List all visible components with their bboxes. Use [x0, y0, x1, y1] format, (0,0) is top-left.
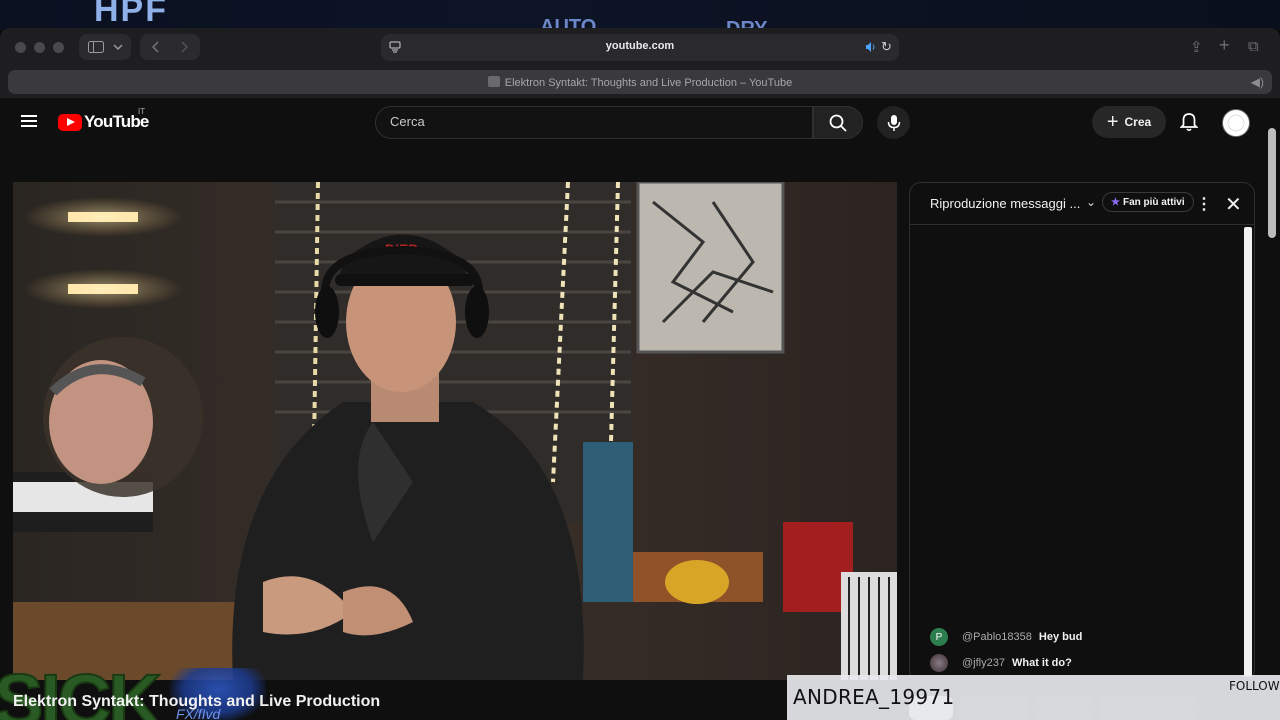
tab-overview-icon[interactable]: ⧉	[1248, 38, 1259, 55]
new-tab-icon[interactable]: +	[1219, 35, 1230, 56]
speaker-icon[interactable]	[865, 41, 877, 53]
search-button[interactable]	[813, 106, 863, 139]
favicon-icon	[487, 76, 500, 87]
tab-active[interactable]: Elektron Syntakt: Thoughts and Live Prod…	[8, 76, 1272, 89]
page-scrollbar[interactable]	[1268, 128, 1276, 238]
chat-message: @jfly237 What it do?	[930, 653, 1072, 673]
chat-username[interactable]: @Pablo18358	[962, 631, 1032, 643]
chat-text: What it do?	[1011, 657, 1072, 669]
follow-label[interactable]: FOLLOW	[1229, 679, 1280, 693]
minimize-window-button[interactable]	[34, 42, 45, 53]
close-window-button[interactable]	[15, 42, 26, 53]
chat-avatar: P	[930, 628, 948, 646]
create-button[interactable]: + Crea	[1092, 106, 1166, 138]
tab-audio-icon[interactable]: ◀)	[1251, 75, 1264, 89]
video-title: Elektron Syntakt: Thoughts and Live Prod…	[13, 693, 381, 710]
screen: HPF AUTO DRY youtube.com ↻ ⇪ + ⧉ Elektro…	[0, 0, 1280, 720]
menu-icon[interactable]	[21, 115, 37, 127]
video-player[interactable]: DIED	[13, 182, 897, 680]
top-fans-label: Fan più attivi	[1122, 196, 1185, 208]
chat-avatar	[930, 654, 948, 672]
history-nav	[140, 34, 200, 60]
stream-name-bar: ANDREA_19971 FOLLOW	[787, 675, 1280, 720]
country-code: IT	[138, 107, 146, 116]
create-label: Crea	[1124, 115, 1152, 129]
top-fans-button[interactable]: ★ Fan più attivi	[1102, 192, 1194, 212]
chat-scrollbar[interactable]	[1244, 227, 1252, 677]
backdrop-big-text: HPF	[94, 0, 168, 29]
share-icon[interactable]: ⇪	[1190, 38, 1203, 56]
tab-title: Elektron Syntakt: Thoughts and Live Prod…	[504, 77, 793, 89]
youtube-page: YouTube IT + Crea	[0, 98, 1280, 720]
youtube-logo[interactable]: YouTube IT	[58, 107, 149, 132]
zoom-window-button[interactable]	[53, 42, 64, 53]
chat-username[interactable]: @jfly237	[962, 657, 1005, 669]
tab-bar: Elektron Syntakt: Thoughts and Live Prod…	[8, 70, 1272, 94]
video-frame: DIED	[13, 182, 897, 680]
youtube-play-icon	[58, 113, 82, 131]
forward-icon[interactable]	[179, 41, 189, 53]
chat-header: Riproduzione messaggi ... ⌄ ★ Fan più att…	[910, 183, 1254, 225]
notifications-icon[interactable]	[1180, 112, 1198, 132]
search-input[interactable]	[390, 114, 790, 129]
close-chat-icon[interactable]: ✕	[1225, 192, 1242, 217]
search-box	[375, 106, 813, 139]
back-icon[interactable]	[151, 41, 161, 53]
chat-text: Hey bud	[1038, 631, 1083, 643]
plus-icon: +	[1106, 111, 1119, 133]
overlay-big-text: SICK	[0, 664, 163, 720]
search-icon	[829, 114, 847, 132]
backdrop-strip: HPF AUTO DRY	[0, 0, 1280, 30]
browser-window: youtube.com ↻ ⇪ + ⧉ Elektron Syntakt: Th…	[0, 28, 1280, 720]
account-avatar[interactable]	[1222, 109, 1250, 137]
stream-overlay-logo: SICK FX/fIvd	[0, 664, 270, 720]
chevron-down-icon	[112, 44, 123, 51]
chevron-down-icon[interactable]: ⌄	[1086, 195, 1096, 209]
chat-mode-label[interactable]: Riproduzione messaggi ...	[930, 196, 1080, 211]
streamer-name: ANDREA_19971	[793, 685, 955, 709]
reload-icon[interactable]: ↻	[881, 39, 892, 55]
live-chat-panel: Riproduzione messaggi ... ⌄ ★ Fan più att…	[909, 182, 1255, 682]
microphone-icon	[887, 114, 900, 131]
sidebar-icon	[87, 41, 104, 53]
chat-message: P @Pablo18358 Hey bud	[930, 627, 1082, 647]
voice-search-button[interactable]	[877, 106, 910, 139]
more-options-icon[interactable]: ⋮	[1196, 194, 1212, 214]
address-url: youtube.com	[605, 40, 675, 52]
browser-toolbar: youtube.com ↻ ⇪ + ⧉	[0, 28, 1280, 66]
sidebar-toggle-button[interactable]	[79, 34, 131, 60]
star-icon: ★	[1111, 196, 1120, 208]
address-bar[interactable]: youtube.com ↻	[381, 34, 899, 61]
